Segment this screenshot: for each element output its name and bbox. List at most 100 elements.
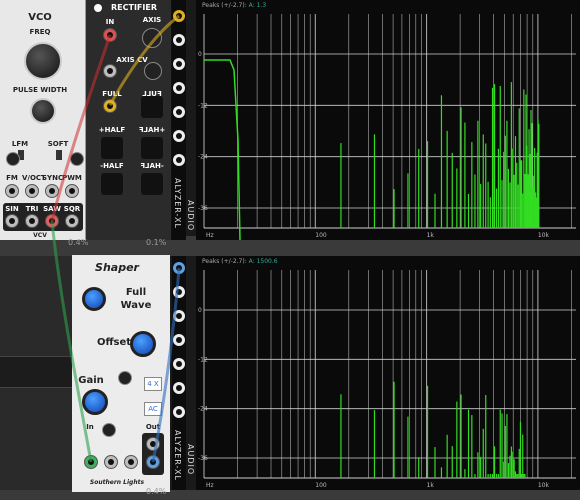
shaper-footer: Southern Lights: [89, 479, 145, 486]
analyzer-bottom-input-jack-4[interactable]: [173, 334, 185, 346]
full-label: FULL: [102, 90, 122, 98]
freq-label: 1k: [427, 232, 435, 239]
axis-knob[interactable]: [142, 28, 162, 48]
db-label: -36: [198, 205, 208, 212]
shaper-out-jack-1[interactable]: [146, 437, 160, 451]
full-mirror-jack[interactable]: [141, 96, 163, 118]
rectifier-module: RECTIFIER IN AXIS AXIS CV FULL FULL +HAL…: [86, 0, 172, 240]
freq-label: 100: [315, 232, 327, 239]
freq-label: 1k: [427, 482, 435, 489]
offset-label: Offset: [96, 337, 132, 348]
gain-cv-knob[interactable]: [102, 423, 116, 437]
lfm-label: LFM: [11, 140, 29, 148]
pwm-label: PWM: [62, 174, 82, 182]
rectifier-cpu-readout: 0.1%: [146, 238, 167, 247]
analyzer-bottom-input-jack-6[interactable]: [173, 382, 185, 394]
soft-label: SOFT: [47, 140, 69, 148]
analyzer-bottom-input-jack-7[interactable]: [173, 406, 185, 418]
freq-label: Hz: [206, 232, 214, 239]
fm-jack[interactable]: [5, 184, 19, 198]
analyzer-top-spectrum: 0 -12 -24 -36 Hz 100 1k 10k: [198, 14, 576, 240]
axis-label: AXIS: [142, 16, 162, 24]
db-label: -24: [198, 406, 208, 413]
soft-switch[interactable]: [56, 150, 62, 160]
sync-label: SYNC: [42, 174, 64, 182]
analyzer-top-input-jack-4[interactable]: [173, 82, 185, 94]
analyzer-bottom-spectrum: 0 -12 -24 -36 Hz 100 1k 10k: [198, 270, 576, 489]
analyzer-top-side-text: ALYZER-XL: [173, 178, 182, 229]
analyzer-bottom-input-jack-2[interactable]: [173, 286, 185, 298]
pwm-knob[interactable]: [70, 152, 84, 166]
analyzer-bottom-input-jack-5[interactable]: [173, 358, 185, 370]
rectifier-logo-icon: [94, 4, 102, 12]
mode-label-line2: Wave: [120, 300, 152, 311]
pulse-width-knob[interactable]: [30, 98, 56, 124]
ac-button[interactable]: AC: [144, 402, 162, 416]
analyzer-bottom-input-jack-3[interactable]: [173, 310, 185, 322]
mode-knob[interactable]: [82, 287, 106, 311]
analyzer-top-input-jack-1[interactable]: [173, 10, 185, 22]
analyzer-bottom-input-jack-1[interactable]: [173, 262, 185, 274]
sync-jack[interactable]: [45, 184, 59, 198]
spectrum-curve: [204, 59, 241, 240]
in-label: In: [86, 423, 94, 431]
voct-label: V/OCT: [22, 174, 46, 182]
shaper-cv-jack-2[interactable]: [124, 455, 138, 469]
axis-cv-jack[interactable]: [103, 64, 117, 78]
vco-cpu-readout: 0.4%: [68, 238, 89, 247]
freq-label: 10k: [538, 482, 550, 489]
minus-half-label: -HALF: [100, 162, 124, 170]
rectifier-title: RECTIFIER: [111, 3, 157, 12]
pulse-width-label: PULSE WIDTH: [12, 86, 68, 94]
db-label: 0: [198, 307, 202, 314]
analyzer-bottom-jack-column: ALYZER-XL: [172, 256, 186, 490]
offset-cv-knob[interactable]: [118, 371, 132, 385]
pwm-jack[interactable]: [65, 184, 79, 198]
plus-half-jack[interactable]: [101, 137, 123, 159]
db-label: 0: [198, 51, 202, 58]
plus-half-mirror-jack[interactable]: [141, 137, 163, 159]
tri-jack[interactable]: [25, 214, 39, 228]
plus-half-mirror-label: +HALF: [138, 126, 166, 134]
sqr-jack[interactable]: [65, 214, 79, 228]
analyzer-top-input-jack-5[interactable]: [173, 106, 185, 118]
analyzer-bottom-display: Peaks (+/-2.7): A: 1500.6 0 -12 -24 -36 Hz 10…: [196, 256, 580, 490]
db-label: -12: [198, 102, 208, 109]
shaper-title: Shaper: [95, 261, 139, 274]
freq-label: Hz: [206, 482, 214, 489]
shaper-out-jack-2[interactable]: [146, 455, 160, 469]
sqr-label: SQR: [63, 205, 81, 213]
fm-knob[interactable]: [6, 152, 20, 166]
db-label: -36: [198, 455, 208, 462]
saw-jack[interactable]: [45, 214, 59, 228]
minus-half-jack[interactable]: [101, 173, 123, 195]
analyzer-top-input-jack-2[interactable]: [173, 34, 185, 46]
offset-knob[interactable]: [130, 331, 156, 357]
freq-label: 10k: [538, 232, 550, 239]
analyzer-top-input-jack-7[interactable]: [173, 154, 185, 166]
axis-cv-knob[interactable]: [144, 62, 162, 80]
analyzer-top-input-jack-3[interactable]: [173, 58, 185, 70]
rect-in-label: IN: [105, 18, 115, 26]
gain-knob[interactable]: [82, 389, 108, 415]
blank-rack-area: [0, 256, 72, 490]
analyzer-top-side-text2: AUDIO: [186, 200, 195, 232]
db-label: -12: [198, 356, 208, 363]
minus-half-mirror-jack[interactable]: [141, 173, 163, 195]
analyzer-top-input-jack-6[interactable]: [173, 130, 185, 142]
sin-jack[interactable]: [5, 214, 19, 228]
analyzer-top-jack-column: ALYZER-XL: [172, 0, 186, 240]
db-label: -24: [198, 154, 208, 161]
vco-title: VCO: [28, 12, 52, 23]
shaper-cv-jack-1[interactable]: [104, 455, 118, 469]
freq-label: 100: [315, 482, 327, 489]
shaper-cpu-readout: 0.4%: [146, 487, 167, 496]
freq-knob[interactable]: [24, 42, 62, 80]
x4-button[interactable]: 4 X: [144, 377, 162, 391]
minus-half-mirror-label: -HALF: [140, 162, 164, 170]
fm-label: FM: [6, 174, 18, 182]
shaper-in-jack[interactable]: [84, 455, 98, 469]
full-out-jack[interactable]: [103, 99, 117, 113]
voct-jack[interactable]: [25, 184, 39, 198]
rect-in-jack[interactable]: [103, 28, 117, 42]
